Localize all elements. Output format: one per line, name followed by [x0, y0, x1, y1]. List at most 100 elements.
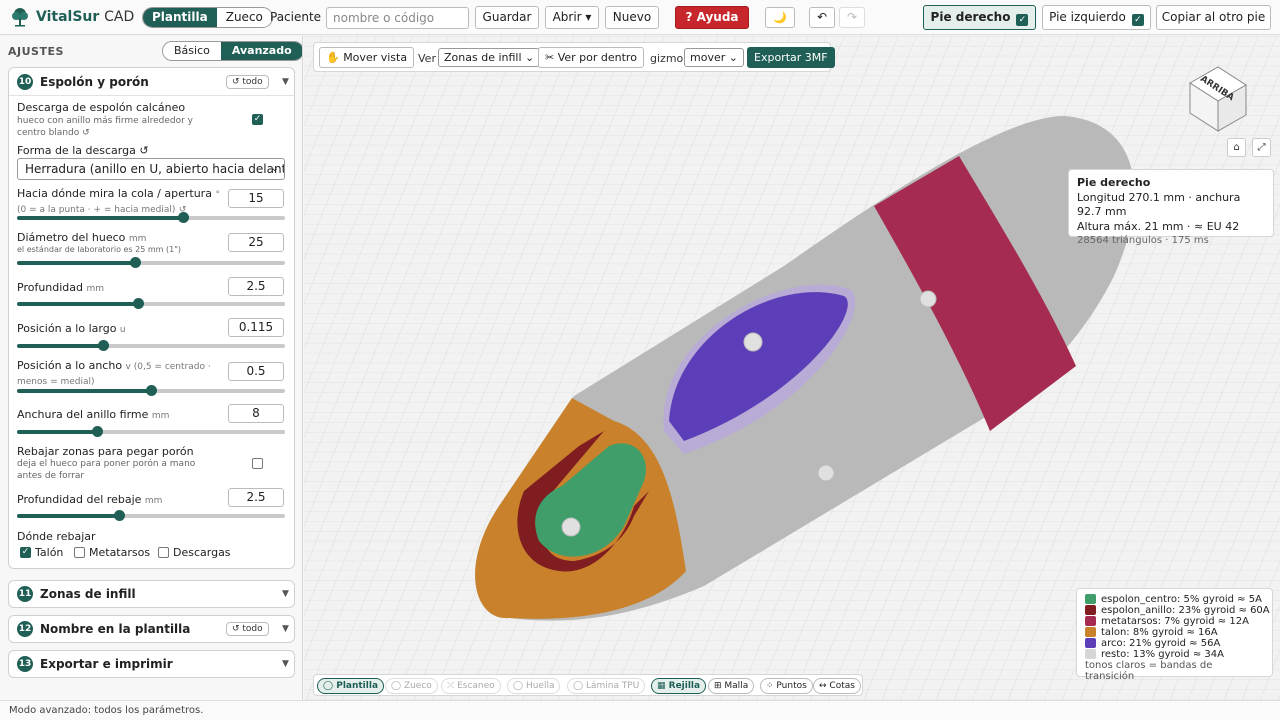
layer-mesh-toggle[interactable]: ⊞ Malla — [708, 678, 755, 694]
control-point[interactable] — [743, 332, 763, 352]
depth-slider[interactable] — [17, 298, 285, 309]
section-export-print-card[interactable]: 13 Exportar e imprimir ▼ — [8, 650, 295, 678]
section-title: Nombre en la plantilla — [40, 622, 191, 636]
metatarsals-checkbox[interactable] — [74, 547, 85, 558]
layer-tpu-sheet-toggle[interactable]: ◯ Lámina TPU — [567, 678, 646, 694]
layer-dimensions-toggle[interactable]: ↔ Cotas — [813, 678, 861, 694]
position-wide-input[interactable]: 0.5 — [228, 362, 284, 381]
help-button[interactable]: ? Ayuda — [675, 6, 749, 29]
slider-handle[interactable] — [92, 426, 103, 437]
tail-direction-input[interactable]: 15 — [228, 189, 284, 208]
layer-plantilla-toggle[interactable]: ◯ Plantilla — [317, 678, 385, 694]
app-brand: VitalSur CAD — [36, 9, 135, 25]
layer-huella-toggle[interactable]: ◯ Huella — [507, 678, 561, 694]
layer-points-toggle[interactable]: ⁘ Puntos — [760, 678, 813, 694]
slider-handle[interactable] — [98, 340, 109, 351]
position-wide-slider[interactable] — [17, 385, 285, 396]
slider-handle[interactable] — [133, 298, 144, 309]
reset-icon[interactable]: ↺ — [82, 128, 90, 138]
patient-input[interactable] — [326, 7, 469, 29]
layer-grid-toggle[interactable]: ▦ Rejilla — [651, 678, 707, 694]
shape-label: Forma de la descarga ↺ — [17, 144, 149, 157]
slider-handle[interactable] — [178, 212, 189, 223]
section-infill-zones-card[interactable]: 11 Zonas de infill ▼ — [8, 580, 295, 608]
chevron-down-icon[interactable]: ▼ — [282, 624, 289, 634]
section-insole-name-card[interactable]: 12 Nombre en la plantilla ↺ todo ▼ — [8, 615, 295, 643]
chevron-down-icon[interactable]: ▼ — [282, 77, 289, 87]
left-foot-toggle[interactable]: Pie izquierdo ✓ — [1042, 5, 1151, 30]
ring-width-input[interactable]: 8 — [228, 404, 284, 423]
info-height-size: Altura máx. 21 mm · ≈ EU 42 — [1077, 219, 1240, 233]
chevron-down-icon[interactable]: ▼ — [282, 589, 289, 599]
control-point[interactable] — [919, 290, 937, 308]
sidebar-heading: AJUSTES — [8, 45, 64, 58]
view-label: Ver — [418, 52, 436, 65]
see-inside-button[interactable]: ✂ Ver por dentro — [538, 47, 644, 68]
tab-zueco[interactable]: Zueco — [216, 8, 272, 27]
tab-plantilla[interactable]: Plantilla — [143, 8, 217, 27]
position-long-label: Posición a lo largo u — [17, 322, 126, 335]
open-menu-button[interactable]: Abrir ▾ — [545, 6, 599, 29]
legend-item: metatarsos: 7% gyroid ≈ 12A — [1085, 616, 1264, 627]
tree-logo-icon — [12, 8, 28, 27]
reset-all-button[interactable]: ↺ todo — [226, 75, 269, 89]
theme-toggle-moon-icon[interactable]: 🌙 — [765, 7, 795, 28]
spur-relief-label: Descarga de espolón calcáneo — [17, 101, 186, 114]
redo-icon[interactable]: ↷ — [839, 7, 865, 28]
control-point[interactable] — [561, 517, 581, 537]
save-button[interactable]: Guardar — [475, 6, 539, 29]
tab-avanzado[interactable]: Avanzado — [220, 42, 302, 60]
diameter-slider[interactable] — [17, 257, 285, 268]
patient-label: Paciente — [270, 10, 322, 24]
chevron-down-icon[interactable]: ▼ — [282, 659, 289, 669]
heel-checkbox[interactable]: ✓ — [20, 547, 31, 558]
slider-handle[interactable] — [114, 510, 125, 521]
control-point[interactable] — [817, 464, 835, 482]
recess-depth-slider[interactable] — [17, 510, 285, 521]
diameter-input[interactable]: 25 — [228, 233, 284, 252]
spur-relief-sub: hueco con anillo más firme alrededor y c… — [17, 116, 193, 138]
spur-relief-checkbox[interactable]: ✓ — [252, 114, 263, 125]
new-button[interactable]: Nuevo — [605, 6, 659, 29]
export-3mf-button[interactable]: Exportar 3MF — [747, 47, 835, 68]
section-title[interactable]: Espolón y porón — [40, 75, 149, 89]
info-triangles: 28564 triángulos · 175 ms — [1077, 235, 1209, 246]
reliefs-checkbox[interactable] — [158, 547, 169, 558]
orientation-cube-icon[interactable]: ARRIBA — [1188, 63, 1250, 133]
position-long-slider[interactable] — [17, 340, 285, 351]
depth-input[interactable]: 2.5 — [228, 277, 284, 296]
gizmo-select[interactable]: mover ⌄ — [684, 48, 744, 67]
section-number: 13 — [17, 656, 33, 672]
layer-zueco-toggle[interactable]: ◯ Zueco — [385, 678, 438, 694]
tail-direction-slider[interactable] — [17, 212, 285, 223]
position-long-input[interactable]: 0.115 — [228, 318, 284, 337]
recess-checkbox[interactable] — [252, 458, 263, 469]
recess-label: Rebajar zonas para pegar porón — [17, 445, 194, 458]
status-bar: Modo avanzado: todos los parámetros. — [0, 700, 1280, 720]
ring-width-slider[interactable] — [17, 426, 285, 437]
layer-escaneo-toggle[interactable]: ⤫ Escaneo — [441, 678, 501, 694]
reset-icon[interactable]: ↺ — [139, 144, 148, 157]
section-title: Exportar e imprimir — [40, 657, 173, 671]
expand-icon[interactable]: ⤢ — [1252, 138, 1271, 157]
heel-option-label: Talón — [35, 546, 64, 559]
3d-viewport[interactable]: ✋ Mover vista Ver Zonas de infill ⌄ ✂ Ve… — [304, 36, 1280, 700]
slider-handle[interactable] — [146, 385, 157, 396]
right-foot-toggle[interactable]: Pie derecho ✓ — [923, 5, 1036, 30]
home-icon[interactable]: ⌂ — [1227, 138, 1246, 157]
metatarsals-option-label: Metatarsos — [89, 546, 151, 559]
position-wide-label: Posición a lo ancho v (0,5 = centrado · … — [17, 359, 211, 387]
slider-handle[interactable] — [130, 257, 141, 268]
tab-basico[interactable]: Básico — [163, 42, 221, 60]
reset-all-button[interactable]: ↺ todo — [226, 622, 269, 636]
model-info-panel: Pie derecho Longitud 270.1 mm · anchura … — [1068, 169, 1274, 246]
shape-select[interactable]: Herradura (anillo en U, abierto hacia de… — [17, 158, 285, 180]
gizmo-label: gizmo — [650, 52, 684, 65]
copy-other-foot-button[interactable]: Copiar al otro pie — [1156, 5, 1271, 30]
level-tabs: Básico Avanzado — [162, 41, 302, 61]
view-select[interactable]: Zonas de infill ⌄ — [438, 48, 541, 67]
undo-icon[interactable]: ↶ — [809, 7, 835, 28]
recess-depth-input[interactable]: 2.5 — [228, 488, 284, 507]
move-view-button[interactable]: ✋ Mover vista — [319, 47, 415, 68]
mode-tabs: Plantilla Zueco — [142, 7, 273, 28]
